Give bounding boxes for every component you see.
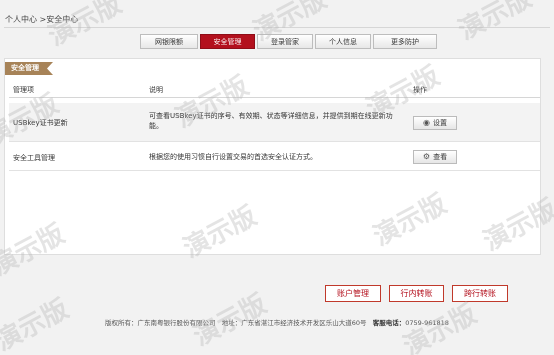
watermark: 演示版	[453, 0, 537, 47]
row-desc-usbkey: 可查看USBkey证书的序号、有效期、状态等详细信息，并提供到期在线更新功 能。	[149, 112, 393, 130]
transfer-in-bank-button[interactable]: 行内转账	[389, 285, 444, 302]
row-divider	[9, 170, 540, 171]
header-divider	[9, 97, 540, 98]
settings-button[interactable]: ◉ 设置	[413, 116, 457, 130]
security-tabs: 网银限额 安全管理 登录管家 个人信息 更多防护	[140, 34, 437, 49]
row-item-usbkey: USBkey证书更新	[13, 119, 68, 127]
row-divider	[9, 141, 540, 142]
tab-more-protection[interactable]: 更多防护	[373, 34, 437, 49]
breadcrumb: 个人中心 >安全中心	[5, 15, 79, 24]
eye-icon: ◉	[423, 118, 430, 127]
tab-netbank-limit[interactable]: 网银限额	[140, 34, 198, 49]
transfer-cross-bank-button[interactable]: 跨行转账	[452, 285, 508, 302]
panel-title: 安全管理	[5, 62, 53, 75]
footer: 版权所有：广东南粤银行股份有限公司 地址：广东省湛江市经济技术开发区乐山大道60…	[105, 319, 449, 327]
row-item-security-tools: 安全工具管理	[13, 154, 55, 162]
tab-personal-info[interactable]: 个人信息	[315, 34, 371, 49]
account-management-button[interactable]: 账户管理	[325, 285, 381, 302]
gear-icon: ⚙	[422, 152, 431, 161]
security-panel: 安全管理 管理项 说明 操作 USBkey证书更新 可查看USBkey证书的序号…	[4, 58, 541, 255]
divider	[4, 27, 550, 28]
tab-security-management[interactable]: 安全管理	[200, 34, 255, 49]
header-action: 操作	[413, 86, 427, 94]
header-item: 管理项	[13, 86, 34, 94]
header-desc: 说明	[149, 86, 163, 94]
tab-login-manager[interactable]: 登录管家	[257, 34, 313, 49]
view-button[interactable]: ⚙ 查看	[413, 150, 457, 164]
row-desc-security-tools: 根据您的使用习惯自行设置交易的首选安全认证方式。	[149, 153, 317, 161]
